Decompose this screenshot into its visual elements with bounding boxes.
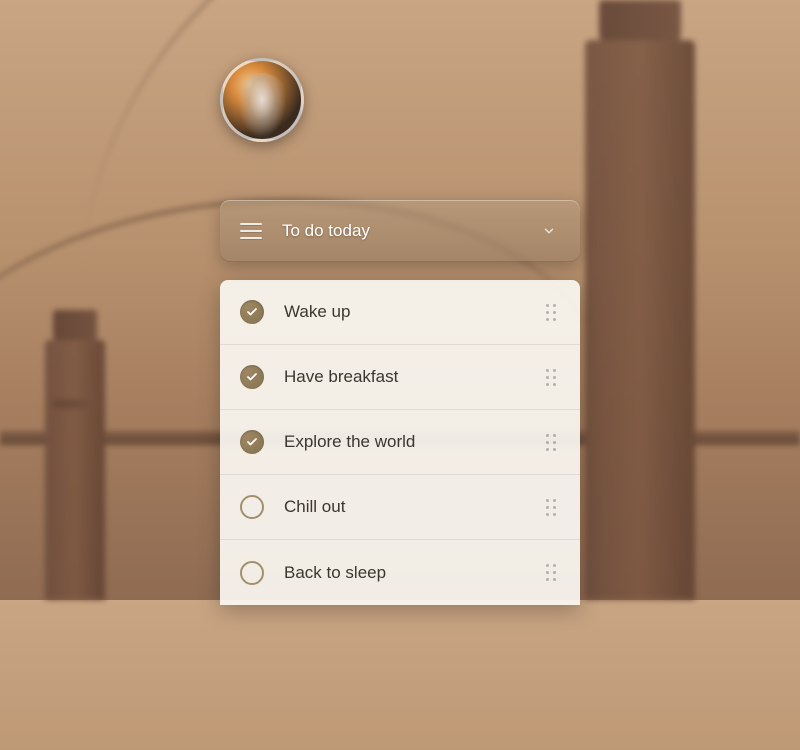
task-label: Back to sleep xyxy=(284,563,546,583)
checkbox-checked[interactable] xyxy=(240,365,264,389)
drag-handle-icon[interactable] xyxy=(546,369,560,386)
list-selector[interactable]: To do today xyxy=(220,200,580,262)
checkbox-checked[interactable] xyxy=(240,300,264,324)
drag-handle-icon[interactable] xyxy=(546,499,560,516)
task-label: Wake up xyxy=(284,302,546,322)
drag-handle-icon[interactable] xyxy=(546,564,560,581)
list-item[interactable]: Have breakfast xyxy=(220,345,580,410)
chevron-down-icon xyxy=(542,224,556,238)
drag-handle-icon[interactable] xyxy=(546,304,560,321)
checkbox-checked[interactable] xyxy=(240,430,264,454)
todo-list: Wake up Have breakfast Explore the world… xyxy=(220,280,580,605)
list-item[interactable]: Chill out xyxy=(220,475,580,540)
checkbox-unchecked[interactable] xyxy=(240,495,264,519)
task-label: Chill out xyxy=(284,497,546,517)
checkbox-unchecked[interactable] xyxy=(240,561,264,585)
menu-icon[interactable] xyxy=(240,223,262,239)
list-item[interactable]: Explore the world xyxy=(220,410,580,475)
task-label: Explore the world xyxy=(284,432,546,452)
list-item[interactable]: Back to sleep xyxy=(220,540,580,605)
task-label: Have breakfast xyxy=(284,367,546,387)
drag-handle-icon[interactable] xyxy=(546,434,560,451)
avatar[interactable] xyxy=(220,58,304,142)
list-item[interactable]: Wake up xyxy=(220,280,580,345)
list-title: To do today xyxy=(282,221,542,241)
